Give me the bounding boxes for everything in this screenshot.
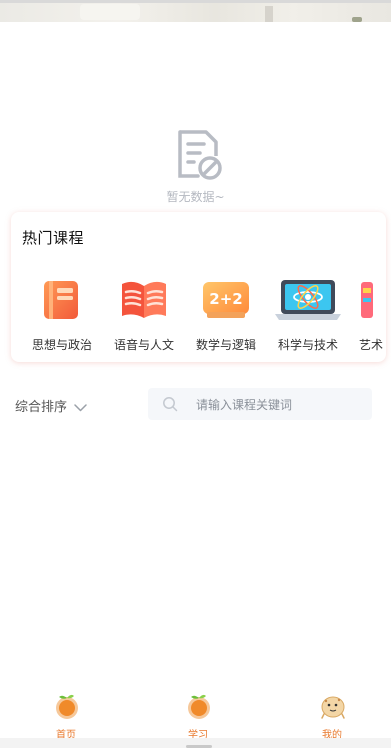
hot-courses-card: 热门课程 思想与政治 语音与人文 2+2 数学与逻辑 科学与技术 艺术 bbox=[11, 212, 386, 362]
category-math[interactable]: 2+2 数学与逻辑 bbox=[185, 276, 267, 356]
category-label: 艺术 bbox=[359, 338, 384, 352]
tab-study[interactable]: 学习 bbox=[168, 690, 228, 741]
no-data-icon bbox=[178, 130, 222, 180]
orange-fruit-icon bbox=[188, 694, 210, 719]
category-label: 数学与逻辑 bbox=[195, 338, 256, 352]
bottom-tab-bar: 首页 学习 我的 bbox=[0, 686, 391, 741]
top-banner-image bbox=[0, 0, 391, 22]
orange-fruit-icon bbox=[56, 694, 78, 719]
svg-text:2+2: 2+2 bbox=[209, 290, 242, 308]
open-book-icon bbox=[122, 281, 166, 318]
empty-state-text: 暂无数据~ bbox=[166, 190, 225, 204]
category-science[interactable]: 科学与技术 bbox=[267, 276, 349, 356]
sort-label: 综合排序 bbox=[15, 400, 68, 415]
chevron-down-icon bbox=[74, 403, 87, 411]
tab-me[interactable]: 我的 bbox=[302, 690, 362, 741]
hot-courses-title: 热门课程 bbox=[22, 229, 85, 247]
tab-home[interactable]: 首页 bbox=[36, 690, 96, 741]
laptop-atom-icon bbox=[275, 280, 341, 320]
category-label: 科学与技术 bbox=[277, 338, 338, 352]
search-icon bbox=[163, 397, 178, 412]
category-humanities[interactable]: 语音与人文 bbox=[103, 276, 185, 356]
empty-state: 暂无数据~ bbox=[0, 124, 391, 214]
search-placeholder: 请输入课程关键词 bbox=[196, 398, 293, 412]
art-icon bbox=[361, 282, 373, 318]
book-icon bbox=[44, 281, 78, 319]
category-label: 思想与政治 bbox=[31, 338, 92, 352]
sort-dropdown[interactable]: 综合排序 bbox=[15, 396, 87, 415]
category-art[interactable]: 艺术 bbox=[349, 276, 386, 356]
course-search-input[interactable]: 请输入课程关键词 bbox=[148, 388, 372, 420]
category-politics[interactable]: 思想与政治 bbox=[21, 276, 103, 356]
cookie-mascot-icon bbox=[321, 696, 345, 719]
math-board-icon: 2+2 bbox=[203, 282, 249, 318]
category-label: 语音与人文 bbox=[113, 338, 174, 352]
